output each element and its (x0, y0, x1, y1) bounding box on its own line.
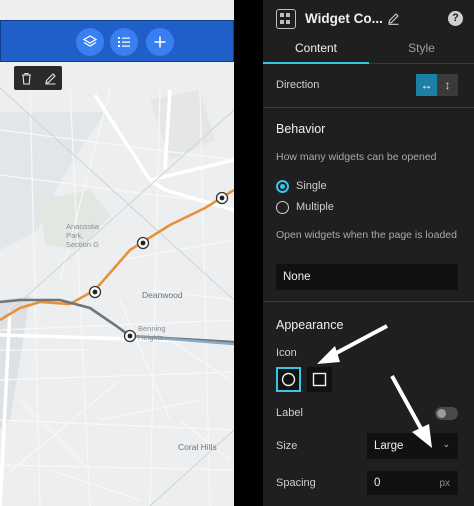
panel-gap (234, 0, 263, 506)
trash-icon[interactable] (20, 72, 33, 85)
spacing-label: Spacing (276, 477, 316, 489)
layers-icon (83, 35, 97, 47)
section-divider (263, 301, 474, 302)
panel-header: Widget Co... ? (263, 0, 474, 38)
tab-content[interactable]: Content (263, 41, 369, 55)
map-view[interactable]: Anacostia Park, Section G Deanwood Benni… (0, 0, 234, 506)
active-tab-indicator (263, 62, 369, 64)
icon-style-circle-option[interactable] (276, 367, 301, 392)
icon-style-square-option[interactable] (307, 367, 332, 392)
behavior-title: Behavior (276, 122, 326, 136)
square-icon (312, 372, 327, 387)
widget-controller-toolbar[interactable] (0, 20, 234, 62)
circle-icon (281, 372, 296, 387)
widget-controller-icon (276, 9, 296, 29)
spacing-value: 0 (374, 477, 381, 489)
direction-vertical-button[interactable]: ↕ (437, 74, 458, 96)
pencil-icon[interactable] (44, 72, 57, 85)
add-button[interactable] (146, 28, 174, 56)
chevron-down-icon: ⌄ (442, 439, 450, 449)
open-on-load-value: None (283, 271, 311, 283)
map-label-benning: Benning Heights (138, 324, 166, 342)
direction-horizontal-button[interactable]: ↔ (416, 74, 437, 96)
icon-label: Icon (276, 347, 297, 359)
panel-title: Widget Co... (305, 11, 383, 26)
settings-panel: Widget Co... ? Content Style Direction ↔… (263, 0, 474, 506)
radio-multiple[interactable] (276, 201, 289, 214)
station-marker[interactable] (88, 285, 102, 299)
station-marker[interactable] (215, 191, 229, 205)
pencil-icon[interactable] (387, 12, 400, 25)
add-icon (154, 36, 166, 48)
list-icon (118, 37, 130, 47)
map-label-coral-hills: Coral Hills (178, 442, 217, 452)
direction-label: Direction (276, 79, 320, 91)
spacing-input[interactable]: 0 px (367, 471, 458, 495)
station-marker[interactable] (123, 329, 137, 343)
list-button[interactable] (110, 28, 138, 56)
map-label-anacostia: Anacostia Park, Section G (66, 222, 99, 249)
map-label-deanwood: Deanwood (142, 290, 183, 300)
tab-style[interactable]: Style (369, 41, 474, 55)
behavior-question: How many widgets can be opened (276, 151, 437, 163)
section-divider (263, 107, 474, 108)
station-marker[interactable] (136, 236, 150, 250)
direction-toggle-group: ↔ ↕ (416, 74, 458, 96)
spacing-unit: px (439, 478, 450, 489)
open-on-load-label: Open widgets when the page is loaded (276, 229, 457, 241)
label-label: Label (276, 407, 303, 419)
size-label: Size (276, 440, 298, 452)
radio-multiple-label[interactable]: Multiple (296, 201, 334, 213)
label-toggle-switch[interactable] (435, 407, 458, 420)
widget-edit-bar (14, 66, 62, 90)
annotation-arrow (390, 375, 432, 448)
help-icon[interactable]: ? (448, 11, 463, 26)
radio-single-label[interactable]: Single (296, 180, 327, 192)
annotation-arrow (317, 324, 388, 364)
radio-single[interactable] (276, 180, 289, 193)
panel-tabs: Content Style (263, 38, 474, 64)
layers-button[interactable] (76, 28, 104, 56)
open-on-load-select[interactable]: None (276, 264, 458, 290)
